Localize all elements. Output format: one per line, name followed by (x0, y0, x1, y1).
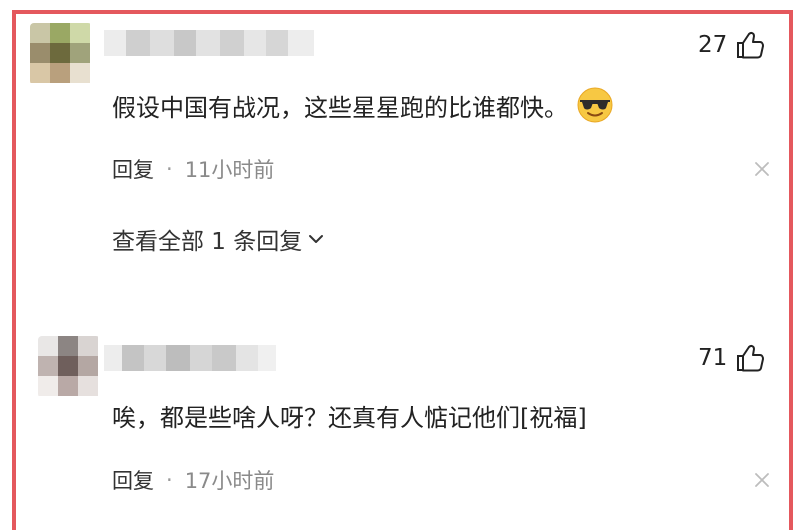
reply-link[interactable]: 回复 (112, 154, 154, 184)
view-all-replies-link[interactable]: 查看全部 1 条回复 (112, 222, 324, 256)
comment-meta: 回复 · 17小时前 (112, 465, 274, 495)
like-count: 71 (698, 345, 728, 371)
username-blurred[interactable] (104, 345, 276, 371)
sunglasses-face-icon (577, 87, 613, 123)
comment-text: 唉，都是些啥人呀？还真有人惦记他们[祝福] (112, 404, 587, 432)
avatar[interactable] (30, 23, 92, 85)
reply-link[interactable]: 回复 (112, 465, 154, 495)
view-replies-label: 查看全部 1 条回复 (112, 229, 303, 255)
username-blurred[interactable] (104, 30, 314, 56)
like-button[interactable]: 27 (698, 30, 765, 60)
chevron-down-icon (309, 235, 324, 243)
comment-meta: 回复 · 11小时前 (112, 154, 274, 184)
close-icon[interactable] (754, 161, 770, 177)
avatar[interactable] (38, 336, 100, 398)
like-count: 27 (698, 32, 728, 58)
like-button[interactable]: 71 (698, 343, 765, 373)
comment-timestamp: 17小时前 (184, 469, 275, 493)
close-icon[interactable] (754, 472, 770, 488)
thumbs-up-icon (737, 344, 765, 372)
thumbs-up-icon (737, 31, 765, 59)
comment-timestamp: 11小时前 (184, 158, 275, 182)
meta-separator: · (166, 157, 173, 181)
meta-separator: · (166, 468, 173, 492)
comment-text: 假设中国有战况，这些星星跑的比谁都快。 (112, 86, 614, 124)
